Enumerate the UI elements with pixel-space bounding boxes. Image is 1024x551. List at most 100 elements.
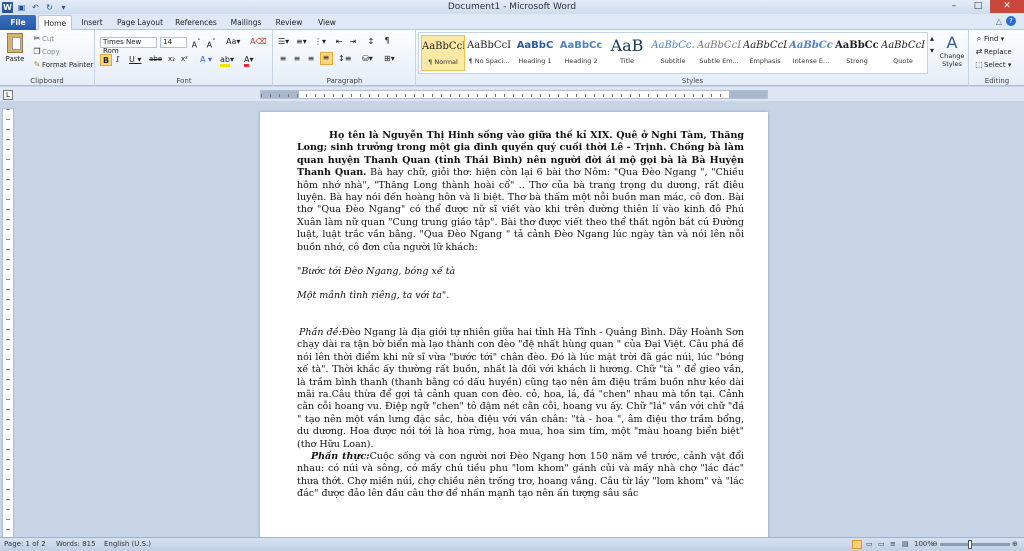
- select-button[interactable]: ⬚Select ▾: [974, 60, 1011, 70]
- highlight-button[interactable]: ab▾: [220, 55, 234, 67]
- align-center-icon: ≡: [293, 54, 301, 63]
- subscript-button[interactable]: x₂: [168, 55, 175, 63]
- paste-button[interactable]: Paste: [4, 33, 26, 63]
- style-title[interactable]: AaB Title: [605, 35, 649, 71]
- tab-file[interactable]: File: [0, 15, 36, 30]
- sort-button[interactable]: ↕: [366, 37, 376, 47]
- editing-group: ⌕ Find ▾ ⇄ Replace ⬚Select ▾ Editing: [970, 30, 1024, 86]
- find-label: Find: [984, 35, 999, 43]
- style-heading-2[interactable]: AaBbCc Heading 2: [559, 35, 603, 71]
- tab-selector[interactable]: L: [3, 90, 13, 100]
- cut-button[interactable]: ✂ Cut: [32, 34, 54, 44]
- style-heading-2-name: Heading 2: [564, 57, 598, 65]
- full-screen-view-button[interactable]: ▭: [866, 540, 873, 548]
- copy-button[interactable]: ❐Copy: [32, 47, 59, 57]
- align-left-button[interactable]: ≡: [278, 54, 288, 64]
- replace-button[interactable]: ⇄ Replace: [974, 47, 1012, 57]
- style-normal[interactable]: AaBbCcI ¶ Normal: [421, 35, 465, 71]
- minimize-ribbon-icon[interactable]: △: [996, 17, 1002, 26]
- minimize-button[interactable]: –: [942, 0, 966, 13]
- print-layout-view-button[interactable]: [852, 540, 862, 549]
- horizontal-ruler[interactable]: [260, 90, 768, 99]
- styles-scroll-down[interactable]: ▾: [930, 46, 934, 55]
- change-styles-button[interactable]: A Change Styles: [938, 34, 966, 69]
- italic-button[interactable]: I: [116, 55, 119, 64]
- justify-button[interactable]: ≡: [320, 52, 333, 65]
- style-emphasis[interactable]: AaBbCcL Emphasis: [743, 35, 787, 71]
- font-size-combo[interactable]: 14: [160, 37, 187, 48]
- document-body[interactable]: Họ tên là Nguyễn Thị Hinh sống vào giữa …: [297, 130, 744, 501]
- font-color-icon: A: [244, 55, 250, 67]
- style-intense-emphasis[interactable]: AaBbCc Intense E...: [789, 35, 833, 71]
- tab-page-layout[interactable]: Page Layout: [112, 15, 168, 30]
- zoom-out-button[interactable]: ⊖: [932, 540, 938, 548]
- ribbon: Paste ✂ Cut ❐Copy ✎ Format Painter Clipboa…: [0, 30, 1024, 86]
- tab-review[interactable]: Review: [270, 15, 308, 30]
- bold-button[interactable]: B: [100, 54, 112, 66]
- align-right-button[interactable]: ≡: [306, 54, 316, 64]
- grow-font-button[interactable]: A˄: [191, 37, 201, 50]
- font-name-combo[interactable]: Times New Rom: [100, 37, 157, 55]
- align-center-button[interactable]: ≡: [292, 54, 302, 64]
- style-no-spacing[interactable]: AaBbCcI ¶ No Spaci...: [467, 35, 511, 71]
- shrink-font-button[interactable]: A˅: [206, 37, 216, 50]
- language-indicator[interactable]: English (U.S.): [104, 540, 151, 548]
- web-layout-view-button[interactable]: ▭: [878, 540, 885, 548]
- tab-references[interactable]: References: [170, 15, 222, 30]
- bold-icon: B: [102, 56, 110, 65]
- styles-gallery: AaBbCcI ¶ Normal AaBbCcI ¶ No Spaci... AaB…: [418, 32, 928, 74]
- word-count[interactable]: Words: 815: [56, 540, 96, 548]
- underline-button[interactable]: U ▾: [129, 55, 141, 64]
- zoom-slider[interactable]: [940, 543, 1010, 546]
- find-button[interactable]: ⌕ Find ▾: [974, 34, 1004, 44]
- tab-insert[interactable]: Insert: [76, 15, 108, 30]
- zoom-in-button[interactable]: ⊕: [1012, 540, 1018, 548]
- tab-home[interactable]: Home: [38, 15, 72, 30]
- zoom-level[interactable]: 100%: [914, 540, 934, 548]
- decrease-indent-icon: ⇤: [335, 37, 343, 46]
- format-painter-button[interactable]: ✎ Format Painter: [32, 60, 94, 70]
- clear-formatting-button[interactable]: A⌫: [250, 37, 267, 47]
- style-subtle-emphasis[interactable]: AaBbCcL Subtle Em...: [697, 35, 741, 71]
- numbering-button[interactable]: ≡▾: [296, 37, 307, 47]
- window-title: Document1 - Microsoft Word: [447, 2, 577, 12]
- maximize-button[interactable]: □: [966, 0, 990, 13]
- vertical-ruler[interactable]: [2, 108, 14, 538]
- phan-de-label: Phần đề:: [299, 326, 342, 338]
- decrease-indent-button[interactable]: ⇤: [334, 37, 344, 47]
- font-color-button[interactable]: A▾: [244, 55, 254, 67]
- style-strong[interactable]: AaBbCcl Strong: [835, 35, 879, 71]
- superscript-button[interactable]: x²: [181, 55, 188, 63]
- paint-bucket-icon: ⛁▾: [362, 54, 373, 63]
- bullets-button[interactable]: ☰▾: [278, 37, 289, 47]
- style-intense-emphasis-preview: AaBbCc: [789, 40, 833, 51]
- change-case-button[interactable]: Aa▾: [226, 37, 240, 47]
- borders-button[interactable]: ⊞▾: [384, 54, 395, 64]
- page-count[interactable]: Page: 1 of 2: [4, 540, 46, 548]
- close-button[interactable]: ✕: [990, 0, 1024, 13]
- multilevel-list-button[interactable]: ⋮▾: [314, 37, 326, 47]
- show-marks-button[interactable]: ¶: [382, 36, 392, 46]
- style-quote[interactable]: AaBbCcI Quote: [881, 35, 925, 71]
- styles-scroll-up[interactable]: ▴: [930, 34, 934, 43]
- increase-indent-button[interactable]: ⇥: [348, 37, 358, 47]
- tab-mailings[interactable]: Mailings: [224, 15, 268, 30]
- quote-line-1: "Bước tới Đèo Ngang, bóng xế tà: [297, 266, 456, 278]
- style-title-name: Title: [620, 57, 634, 65]
- outline-view-button[interactable]: ≡: [890, 540, 896, 548]
- help-icon[interactable]: ?: [1006, 16, 1016, 26]
- style-title-preview: AaB: [610, 36, 644, 55]
- style-subtitle[interactable]: AaBbCc. Subtitle: [651, 35, 695, 71]
- text-effects-button[interactable]: A ▾: [200, 55, 212, 64]
- zoom-slider-thumb[interactable]: [968, 540, 972, 549]
- document-page[interactable]: Họ tên là Nguyễn Thị Hinh sống vào giữa …: [260, 112, 768, 551]
- change-styles-label: Change Styles: [939, 52, 965, 68]
- shading-button[interactable]: ⛁▾: [362, 54, 373, 64]
- style-emphasis-name: Emphasis: [749, 57, 781, 65]
- style-heading-1[interactable]: AaBbC Heading 1: [513, 35, 557, 71]
- strikethrough-button[interactable]: abe: [149, 55, 162, 63]
- line-spacing-button[interactable]: ↕≡: [338, 54, 351, 64]
- draft-view-button[interactable]: ▤: [902, 540, 909, 548]
- clipboard-group: Paste ✂ Cut ❐Copy ✎ Format Painter Clipboa…: [0, 30, 95, 86]
- tab-view[interactable]: View: [310, 15, 344, 30]
